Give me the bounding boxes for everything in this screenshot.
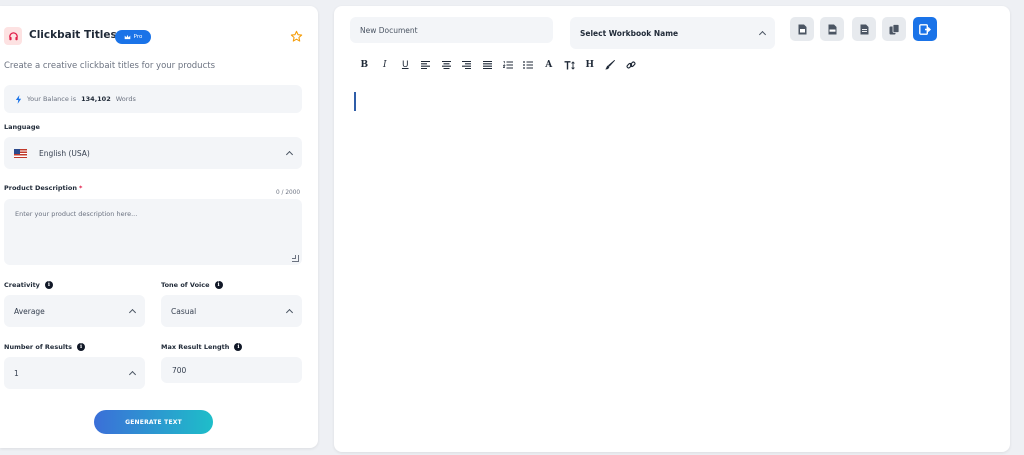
align-justify-icon[interactable] — [477, 58, 498, 72]
language-label: Language — [4, 123, 40, 131]
workbook-select[interactable]: Select Workbook Name — [570, 17, 775, 49]
balance-prefix: Your Balance is — [27, 95, 77, 103]
txt-icon — [860, 24, 868, 34]
language-select[interactable]: English (USA) — [4, 137, 302, 169]
document-name-input[interactable]: New Document — [350, 17, 553, 43]
editor-text-cursor[interactable] — [354, 92, 356, 111]
headphones-icon — [4, 27, 22, 45]
info-icon[interactable]: i — [234, 343, 243, 351]
brush-icon[interactable] — [600, 58, 621, 72]
creativity-label: Creativity i — [4, 281, 53, 289]
link-icon[interactable] — [621, 58, 642, 72]
balance-box: Your Balance is 134,102 Words — [4, 85, 302, 113]
creativity-value: Average — [14, 306, 45, 316]
description-label: Product Description * — [4, 184, 82, 192]
char-counter: 0 / 2000 — [276, 190, 301, 196]
description-placeholder: Enter your product description here... — [15, 210, 138, 218]
favorite-star-icon[interactable] — [290, 28, 304, 42]
us-flag-icon — [14, 148, 27, 158]
results-value: 1 — [14, 368, 19, 378]
unordered-list-icon[interactable] — [518, 58, 539, 72]
align-left-icon[interactable] — [416, 58, 437, 72]
chevron-up-icon — [285, 150, 294, 159]
chevron-up-icon — [128, 370, 137, 379]
pro-badge: Pro — [115, 30, 151, 44]
text-height-icon[interactable] — [559, 58, 580, 72]
chevron-up-icon — [285, 308, 294, 317]
results-label-text: Number of Results — [4, 343, 73, 351]
pdf-icon — [828, 24, 836, 34]
info-icon[interactable]: i — [77, 343, 86, 351]
align-right-icon[interactable] — [457, 58, 478, 72]
results-select[interactable]: 1 — [4, 357, 145, 389]
italic-icon[interactable]: I — [375, 58, 396, 72]
page-subtitle: Create a creative clickbait titles for y… — [4, 61, 215, 71]
underline-icon[interactable]: U — [395, 58, 416, 72]
max-length-label: Max Result Length i — [161, 343, 243, 351]
export-pdf-button[interactable] — [820, 17, 844, 41]
page-title: Clickbait Titles — [29, 29, 117, 41]
language-label-text: Language — [4, 123, 40, 131]
tone-select[interactable]: Casual — [161, 295, 302, 327]
save-button[interactable] — [913, 17, 937, 41]
max-length-input[interactable]: 700 — [161, 357, 302, 383]
description-label-text: Product Description — [4, 184, 77, 192]
info-icon[interactable]: i — [214, 281, 223, 289]
align-center-icon[interactable] — [436, 58, 457, 72]
tone-value: Casual — [171, 306, 197, 316]
workbook-select-label: Select Workbook Name — [580, 28, 679, 38]
language-value: English (USA) — [39, 148, 90, 158]
export-txt-button[interactable] — [852, 17, 876, 41]
heading-icon[interactable]: H — [580, 58, 601, 72]
editor-panel: New Document Select Workbook Name B I U … — [334, 6, 1010, 452]
document-name-value: New Document — [360, 25, 418, 35]
max-length-label-text: Max Result Length — [161, 343, 230, 351]
copy-icon — [889, 23, 899, 34]
doc-icon — [798, 24, 806, 34]
pro-badge-label: Pro — [133, 34, 143, 40]
creativity-label-text: Creativity — [4, 281, 40, 289]
info-icon[interactable]: i — [44, 281, 53, 289]
max-length-value: 700 — [172, 365, 187, 375]
generate-button[interactable]: GENERATE TEXT — [94, 410, 213, 434]
formatting-toolbar: B I U A H — [354, 58, 641, 72]
crown-icon — [124, 34, 130, 40]
results-label: Number of Results i — [4, 343, 86, 351]
balance-unit: Words — [115, 95, 136, 103]
save-icon — [919, 23, 931, 35]
font-color-icon[interactable]: A — [539, 58, 560, 72]
chevron-up-icon — [128, 308, 137, 317]
required-mark: * — [78, 184, 83, 192]
bolt-icon — [15, 94, 22, 104]
bold-icon[interactable]: B — [354, 58, 375, 72]
export-doc-button[interactable] — [790, 17, 814, 41]
copy-button[interactable] — [882, 17, 906, 41]
resize-handle-icon[interactable] — [292, 255, 299, 262]
tone-label-text: Tone of Voice — [161, 281, 210, 289]
generator-panel: Clickbait Titles Pro Create a creative c… — [0, 6, 318, 448]
balance-amount: 134,102 — [81, 95, 111, 103]
tone-label: Tone of Voice i — [161, 281, 223, 289]
creativity-select[interactable]: Average — [4, 295, 145, 327]
description-textarea[interactable]: Enter your product description here... — [4, 199, 302, 265]
chevron-up-icon — [758, 30, 767, 39]
ordered-list-icon[interactable] — [498, 58, 519, 72]
